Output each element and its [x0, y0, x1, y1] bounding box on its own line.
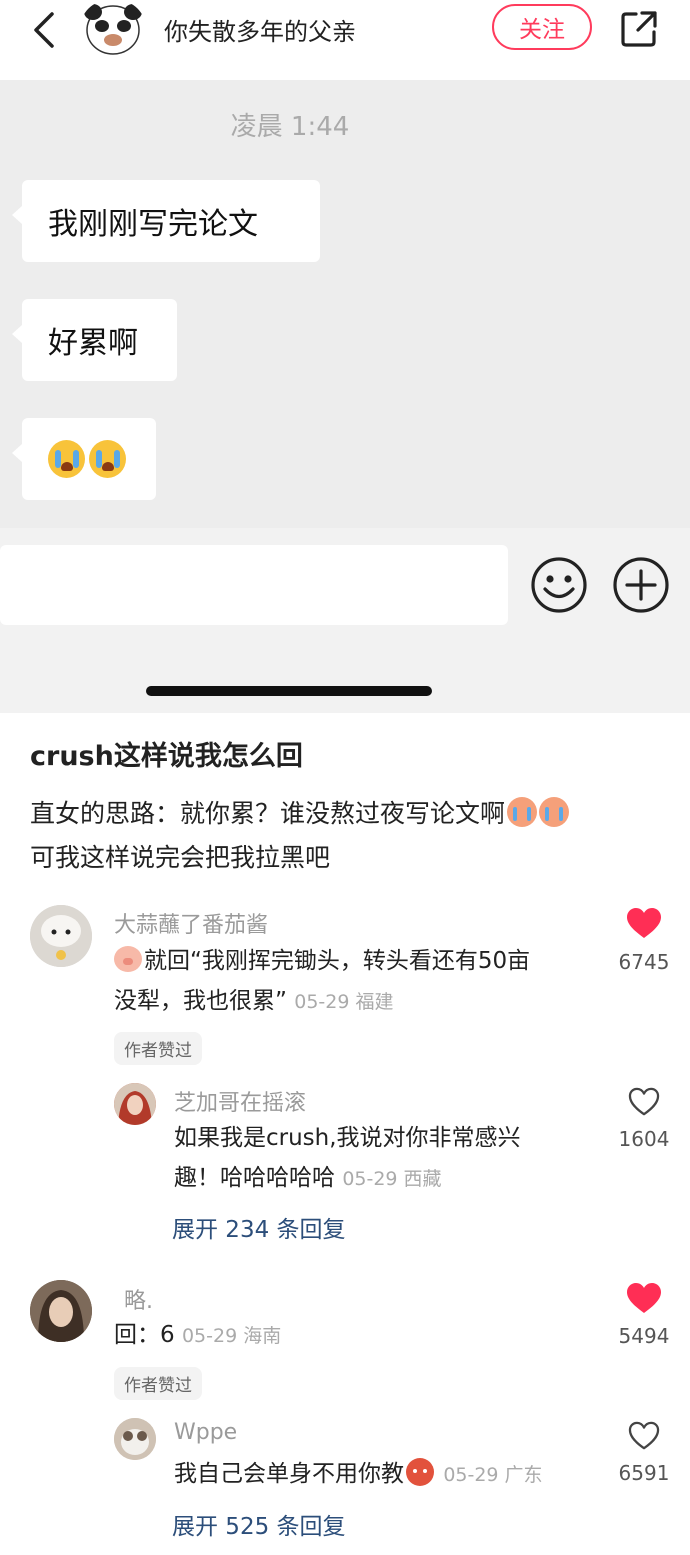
- loudly-crying-face-icon: [48, 440, 85, 478]
- post-title: crush这样说我怎么回: [30, 741, 303, 772]
- avatar[interactable]: [30, 905, 92, 967]
- reply-text: 我自己会单身不用你教 05-29 广东: [174, 1454, 594, 1495]
- avatar[interactable]: [114, 1418, 156, 1460]
- add-icon[interactable]: [612, 556, 670, 614]
- crying-face-icon: [507, 797, 538, 827]
- emoji-icon[interactable]: [530, 556, 588, 614]
- reply-text-line: 如果我是crush,我说对你非常感兴: [174, 1125, 521, 1151]
- contact-avatar[interactable]: [80, 0, 146, 58]
- like-count: 6591: [618, 1461, 670, 1485]
- message-bubble: 我刚刚写完论文: [12, 180, 320, 262]
- reply-text-line: 趣！哈哈哈哈哈: [174, 1165, 335, 1191]
- angry-devil-icon: [406, 1458, 434, 1486]
- avatar[interactable]: [30, 1280, 92, 1342]
- message-bubble: [12, 418, 156, 500]
- like-count: 6745: [618, 950, 670, 974]
- avatar[interactable]: [114, 1083, 156, 1125]
- follow-button[interactable]: 关注: [492, 4, 592, 50]
- reply-text-line: 我自己会单身不用你教: [174, 1461, 404, 1487]
- expand-replies-link[interactable]: 展开 525 条回复: [172, 1507, 346, 1541]
- comment-username[interactable]: 大蒜蘸了番茄酱: [114, 907, 268, 939]
- heart-filled-icon[interactable]: [627, 908, 661, 940]
- share-icon[interactable]: [620, 10, 658, 48]
- home-indicator[interactable]: [146, 686, 432, 696]
- comment-text-line: 没犁，我也很累”: [114, 988, 287, 1014]
- comment-username[interactable]: 略.: [124, 1283, 153, 1315]
- heart-outline-icon[interactable]: [628, 1087, 660, 1117]
- comment-text-line: 回：6: [114, 1322, 175, 1348]
- expand-replies-link[interactable]: 展开 234 条回复: [172, 1210, 346, 1244]
- reply-text: 如果我是crush,我说对你非常感兴 趣！哈哈哈哈哈 05-29 西藏: [174, 1118, 594, 1199]
- loudly-crying-face-icon: [89, 440, 126, 478]
- post-body: 直女的思路：就你累？谁没熬过夜写论文啊 可我这样说完会把我拉黑吧: [30, 792, 670, 880]
- message-text: 我刚刚写完论文: [48, 207, 258, 242]
- comment-text-line: 就回“我刚挥完锄头，转头看还有50亩: [144, 948, 531, 974]
- crying-face-icon: [539, 797, 570, 827]
- contact-name: 你失散多年的父亲: [164, 18, 356, 46]
- comment-text: 回：6 05-29 海南: [114, 1315, 594, 1356]
- message-bubble: 好累啊: [12, 299, 177, 381]
- comment-text: 就回“我刚挥完锄头，转头看还有50亩 没犁，我也很累” 05-29 福建: [114, 941, 594, 1022]
- comment-meta: 05-29 海南: [181, 1325, 282, 1347]
- message-text: 好累啊: [48, 326, 138, 361]
- author-liked-badge: 作者赞过: [114, 1032, 202, 1065]
- like-count: 1604: [618, 1127, 670, 1151]
- author-liked-badge: 作者赞过: [114, 1367, 202, 1400]
- reply-meta: 05-29 广东: [443, 1464, 543, 1486]
- message-input[interactable]: [0, 545, 508, 625]
- reply-username[interactable]: Wppe: [174, 1420, 237, 1445]
- back-arrow-icon[interactable]: [30, 10, 60, 50]
- post-body-line: 直女的思路：就你累？谁没熬过夜写论文啊: [30, 799, 506, 828]
- message-timestamp: 凌晨 1:44: [230, 112, 350, 142]
- comment-meta: 05-29 福建: [294, 991, 394, 1013]
- like-count: 5494: [618, 1324, 670, 1348]
- heart-filled-icon[interactable]: [627, 1283, 661, 1315]
- reply-meta: 05-29 西藏: [342, 1168, 442, 1190]
- post-body-line: 可我这样说完会把我拉黑吧: [30, 843, 331, 872]
- pig-face-icon: [114, 946, 142, 972]
- heart-outline-icon[interactable]: [628, 1421, 660, 1451]
- reply-username[interactable]: 芝加哥在摇滚: [174, 1085, 306, 1117]
